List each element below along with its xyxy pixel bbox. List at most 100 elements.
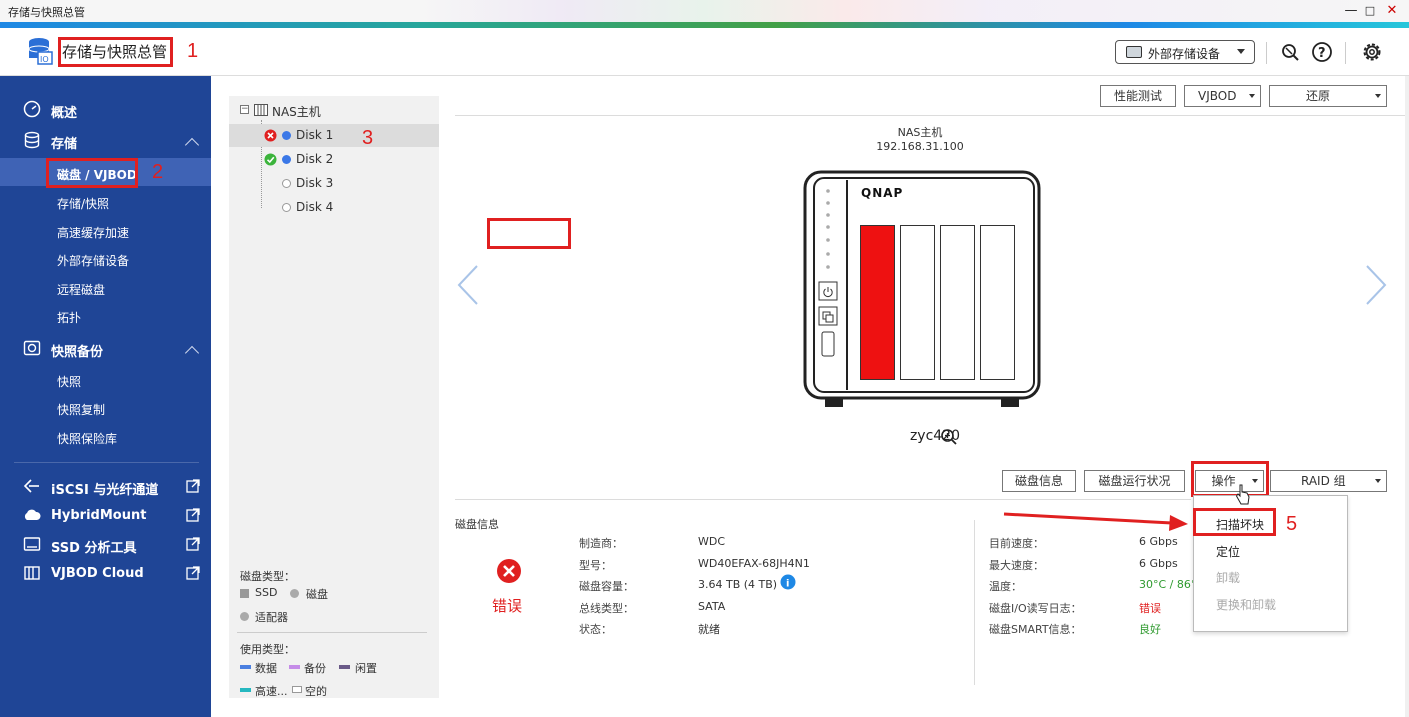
close-button[interactable]: ✕ [1383,2,1401,20]
sidebar-item-ssd-profiling[interactable]: SSD 分析工具 [0,534,211,556]
error-icon [264,129,277,142]
chevron-right-icon[interactable] [1363,262,1389,308]
maximize-button[interactable]: □ [1361,2,1379,20]
legend-adapter-swatch [240,612,249,621]
help-icon[interactable]: ? [1311,41,1333,63]
gear-icon[interactable] [1360,40,1384,64]
raid-group-dropdown[interactable]: RAID 组 [1270,470,1387,492]
menu-item-detach[interactable]: 卸载 [1216,569,1240,586]
sidebar-item-snapshot[interactable]: 快照 [57,373,81,390]
sidebar-item-storage[interactable]: 存储 [0,131,211,153]
legend-ssd-swatch [240,589,249,598]
disk-info-right-label: 温度： [989,580,1022,593]
snapshot-icon [23,340,41,356]
sidebar-item-external-storage[interactable]: 外部存储设备 [57,252,129,269]
scroll-edge [1405,76,1409,717]
vjbod-label: VJBOD [1198,89,1237,103]
tree-disk-1[interactable]: Disk 1 [229,124,439,147]
legend-idle-label: 闲置 [355,662,377,675]
nas-ip-label: 192.168.31.100 [876,140,964,153]
tree-disk-label: Disk 1 [296,128,334,142]
sidebar-item-label: iSCSI 与光纤通道 [51,483,159,498]
vjbod-dropdown[interactable]: VJBOD [1184,85,1261,107]
sidebar-item-snapshot-vault[interactable]: 快照保险库 [57,430,117,447]
sidebar-item-snapshot-backup[interactable]: 快照备份 [0,338,211,361]
collapse-icon[interactable]: − [240,105,249,114]
sidebar-item-storage-snapshot[interactable]: 存储/快照 [57,195,109,212]
tree-disk-2[interactable]: Disk 2 [229,148,439,171]
vjbod-cloud-icon [24,566,40,580]
disk-tree-panel: − NAS主机 Disk 1 Disk 2 Disk 3 Disk 4 磁盘类型… [229,96,571,698]
chevron-down-icon [1375,479,1381,483]
external-link-icon[interactable] [186,479,200,493]
chevron-up-icon[interactable] [184,345,200,361]
menu-item-locate[interactable]: 定位 [1216,543,1240,560]
menu-item-replace-detach[interactable]: 更换和卸载 [1216,596,1276,613]
annotation-number-3: 3 [362,127,374,149]
drive-bay-1[interactable] [860,225,895,380]
drive-bay-3[interactable] [940,225,975,380]
drive-bay-2[interactable] [900,225,935,380]
tree-disk-4[interactable]: Disk 4 [229,196,439,219]
sidebar-item-label: 快照备份 [51,345,104,360]
chevron-down-icon [1237,49,1245,54]
disk-info-right-label: 磁盘I/O读写日志： [989,601,1082,615]
disk-info-left-label: 状态： [579,623,612,636]
sidebar-item-label: VJBOD Cloud [51,566,144,581]
legend-hdd-label: 磁盘 [306,588,328,601]
sidebar-item-topology[interactable]: 拓扑 [57,309,81,326]
annotation-number-5: 5 [1286,513,1298,535]
sidebar-item-remote-disk[interactable]: 远程磁盘 [57,281,105,298]
sidebar-item-iscsi[interactable]: iSCSI 与光纤通道 [0,476,211,498]
legend-cache-label: 高速... [255,685,288,698]
chevron-left-icon[interactable] [455,262,481,308]
legend-ssd-label: SSD [255,586,278,599]
disk-info-left-label: 型号： [579,558,612,572]
disk-info-title: 磁盘信息 [455,518,499,531]
dashboard-icon [23,100,41,118]
sidebar-item-hybridmount[interactable]: HybridMount [0,505,211,527]
external-link-icon[interactable] [186,537,200,551]
check-icon [264,153,277,166]
sidebar-item-vjbod-cloud[interactable]: VJBOD Cloud [0,563,211,585]
hand-cursor-icon [1235,484,1250,505]
drive-bay-4[interactable] [980,225,1015,380]
nas-device-graphic[interactable]: QNAP [803,170,1041,410]
raid-group-label: RAID 组 [1301,474,1346,488]
restore-label: 还原 [1305,89,1330,103]
legend-hdd-swatch [290,589,299,598]
external-storage-device-button[interactable]: 外部存储设备 [1115,40,1255,64]
legend-usage-title: 使用类型： [240,643,295,656]
sidebar-item-overview[interactable]: 概述 [0,100,211,122]
disk-health-button[interactable]: 磁盘运行状况 [1084,470,1185,492]
legend-backup-label: 备份 [304,662,326,675]
cloud-icon [24,509,41,520]
info-icon[interactable]: i [780,574,796,590]
performance-test-button[interactable]: 性能测试 [1100,85,1176,107]
external-link-icon[interactable] [186,508,200,522]
tree-root-nas[interactable]: − NAS主机 [229,99,439,122]
disk-info-right-value: 良好 [1139,623,1161,636]
disk-dot-icon [282,155,291,164]
tree-disk-label: Disk 4 [296,200,334,214]
chevron-down-icon [1375,94,1381,98]
disk-dot-icon [282,203,291,212]
disk-info-button[interactable]: 磁盘信息 [1002,470,1076,492]
chevron-up-icon[interactable] [184,137,200,153]
restore-dropdown[interactable]: 还原 [1269,85,1387,107]
copy-icon [822,311,834,323]
sidebar-item-label: SSD 分析工具 [51,541,137,556]
disk-dot-icon [282,131,291,140]
minimize-button[interactable]: — [1342,2,1360,20]
zoom-in-icon[interactable] [940,428,958,446]
legend-divider [237,632,427,633]
annotation-box-4 [1191,461,1269,497]
legend-idle-swatch [339,665,350,669]
legend-data-swatch [240,665,251,669]
sidebar-item-cache-acceleration[interactable]: 高速缓存加速 [57,224,129,241]
annotation-number-2: 2 [152,161,164,183]
sidebar-item-snapshot-replica[interactable]: 快照复制 [57,401,105,418]
feedback-icon[interactable] [1280,42,1300,62]
tree-disk-3[interactable]: Disk 3 [229,172,439,195]
external-link-icon[interactable] [186,566,200,580]
